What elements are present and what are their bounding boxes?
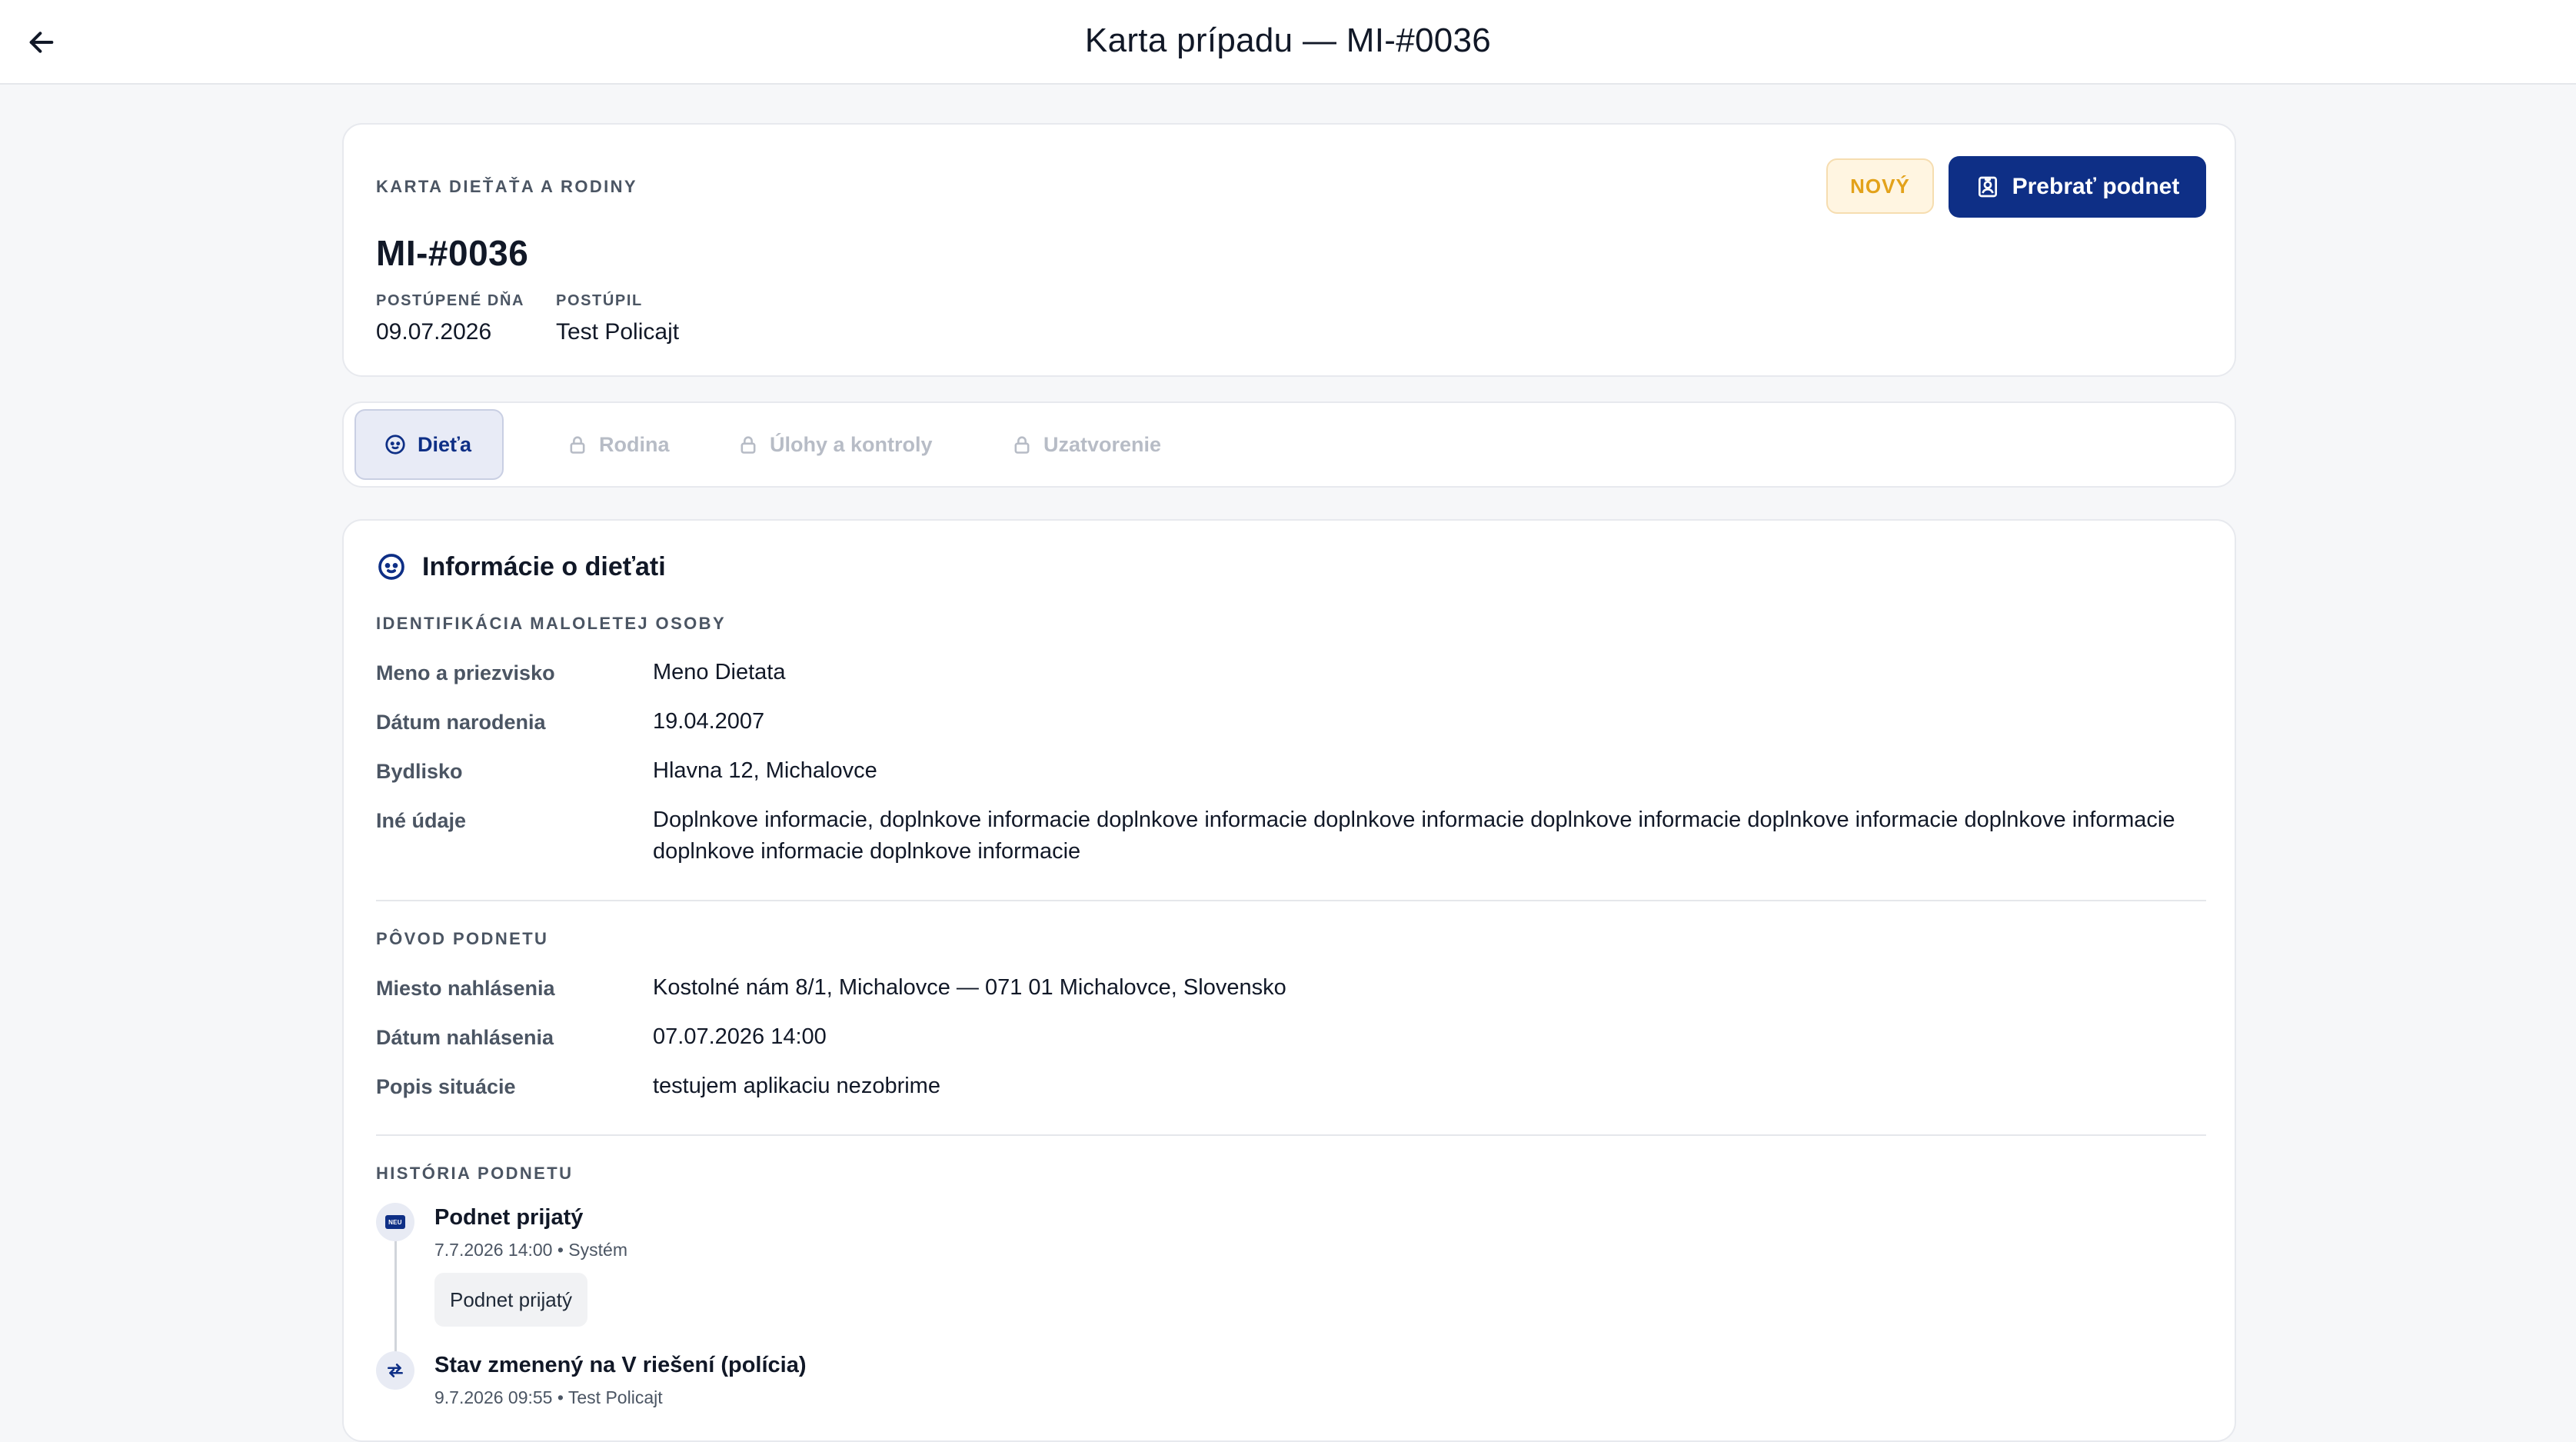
meta-referred-by: POSTÚPIL Test Policajt (556, 292, 679, 345)
row-value: Doplnkove informacie, doplnkove informac… (653, 808, 2175, 864)
meta-value: Test Policajt (556, 319, 680, 345)
card-eyebrow: KARTA DIEŤAŤA A RODINY (376, 177, 638, 196)
lock-icon (741, 436, 756, 454)
new-badge-icon: NEU (385, 1215, 405, 1229)
event-title: Podnet prijatý (434, 1205, 584, 1230)
tabs-bar: Dieťa Rodina Úlohy a kontroly Uzatvoreni… (342, 401, 2236, 488)
tab-label: Dieťa (418, 432, 471, 456)
tab-label: Uzatvorenie (1043, 432, 1162, 456)
divider (376, 1134, 2206, 1136)
history-heading: HISTÓRIA PODNETU (376, 1164, 574, 1183)
row-label: Popis situácie (376, 1075, 516, 1098)
row-value: 19.04.2007 (653, 709, 765, 734)
row-label: Meno a priezvisko (376, 661, 555, 684)
child-face-icon (385, 435, 405, 455)
event-note: Podnet prijatý (434, 1273, 587, 1327)
page-title: Karta prípadu — MI-#0036 (1084, 22, 1492, 59)
lock-icon (1014, 436, 1030, 454)
divider (376, 900, 2206, 901)
take-over-button[interactable]: Prebrať podnet (1949, 156, 2206, 218)
tab-label: Úlohy a kontroly (770, 432, 933, 456)
event-meta: 7.7.2026 14:00 • Systém (434, 1240, 627, 1260)
row-value: Meno Dietata (653, 660, 786, 684)
row-label: Dátum nahlásenia (376, 1026, 554, 1049)
id-badge-icon (1978, 176, 1997, 198)
row-label: Bydlisko (376, 760, 463, 783)
take-over-label: Prebrať podnet (2012, 174, 2180, 199)
child-face-icon (378, 554, 404, 580)
timeline-dot (376, 1351, 414, 1390)
row-label: Miesto nahlásenia (376, 977, 555, 1000)
case-header-card: KARTA DIEŤAŤA A RODINY MI-#0036 POSTÚPEN… (342, 123, 2236, 377)
meta-referred-date: POSTÚPENÉ DŇA 09.07.2026 (376, 292, 524, 345)
section-title: Informácie o dieťati (376, 551, 666, 582)
row-label: Iné údaje (376, 809, 467, 832)
lock-icon (570, 436, 585, 454)
row-value: Hlavna 12, Michalovce (653, 758, 877, 783)
child-info-card: Informácie o dieťati IDENTIFIKÁCIA MALOL… (342, 519, 2236, 1442)
tab-uzatvorenie[interactable]: Uzatvorenie (983, 409, 1189, 480)
row-label: Dátum narodenia (376, 711, 546, 734)
row-value: testujem aplikaciu nezobrime (653, 1074, 940, 1098)
origin-heading: PÔVOD PODNETU (376, 929, 549, 948)
tab-rodina[interactable]: Rodina (539, 409, 697, 480)
top-bar: Karta prípadu — MI-#0036 (0, 0, 2576, 85)
row-value: Kostolné nám 8/1, Michalovce — 071 01 Mi… (653, 975, 1286, 1000)
status-badge: NOVÝ (1826, 158, 1934, 214)
swap-arrows-icon (388, 1364, 403, 1377)
event-title: Stav zmenený na V riešení (polícia) (434, 1353, 807, 1377)
tab-ulohy[interactable]: Úlohy a kontroly (710, 409, 960, 480)
meta-value: 09.07.2026 (376, 319, 492, 345)
identification-heading: IDENTIFIKÁCIA MALOLETEJ OSOBY (376, 614, 727, 633)
tab-label: Rodina (599, 432, 670, 456)
case-id: MI-#0036 (376, 233, 529, 273)
tab-dieta[interactable]: Dieťa (354, 409, 504, 480)
section-title-text: Informácie o dieťati (422, 551, 666, 581)
timeline-dot: NEU (376, 1203, 414, 1241)
meta-label: POSTÚPENÉ DŇA (376, 292, 525, 309)
row-value: 07.07.2026 14:00 (653, 1024, 827, 1049)
meta-label: POSTÚPIL (556, 292, 643, 309)
